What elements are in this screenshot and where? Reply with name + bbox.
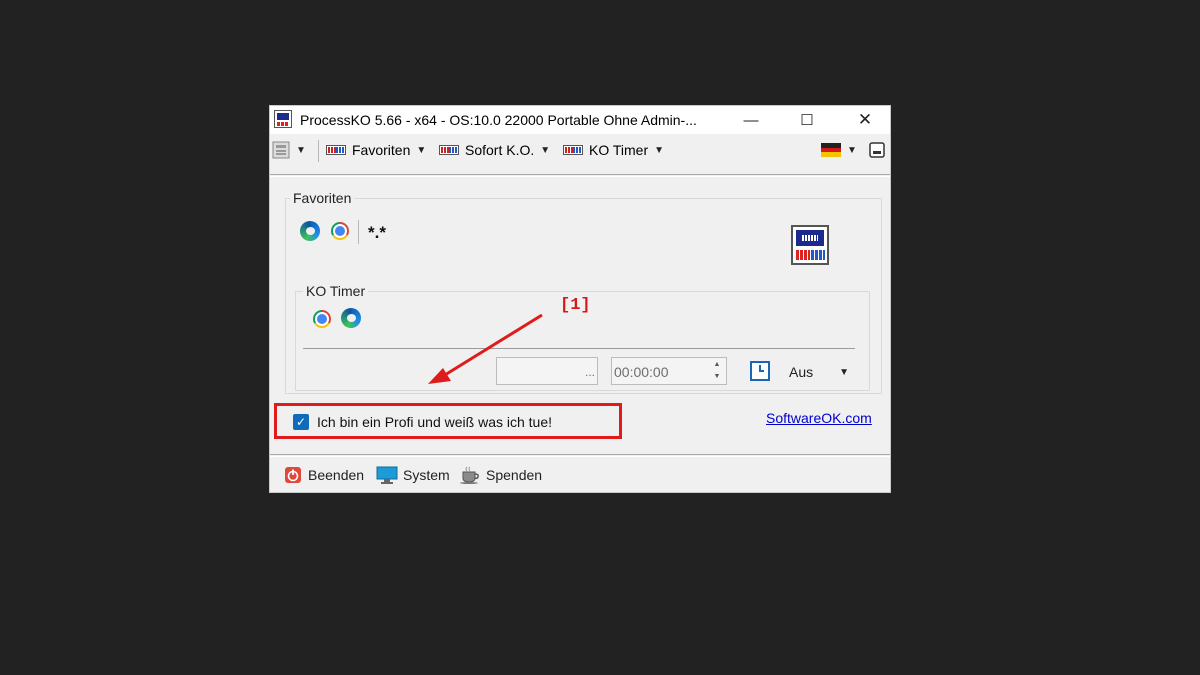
title-bar[interactable]: ProcessKO 5.66 - x64 - OS:10.0 22000 Por… bbox=[270, 106, 890, 134]
close-button[interactable]: ✕ bbox=[840, 106, 890, 134]
edge-icon[interactable] bbox=[341, 308, 361, 328]
settings-menu-button[interactable]: ▼ bbox=[272, 140, 306, 160]
ko-icon bbox=[563, 145, 583, 155]
chevron-down-icon: ▼ bbox=[296, 144, 306, 156]
monitor-icon bbox=[376, 466, 398, 484]
app-icon bbox=[274, 110, 292, 128]
time-input[interactable]: 00:00:00 ▲ ▼ bbox=[611, 357, 727, 385]
timer-clock-button[interactable] bbox=[750, 361, 770, 386]
annotation-label: [1] bbox=[560, 296, 591, 315]
menu-favoriten-label: Favoriten bbox=[352, 142, 411, 158]
menu-favoriten[interactable]: Favoriten ▼ bbox=[326, 140, 426, 160]
favoriten-group-label: Favoriten bbox=[290, 190, 355, 206]
settings-icon bbox=[272, 141, 290, 159]
menu-sofort-ko-label: Sofort K.O. bbox=[465, 142, 535, 158]
system-button[interactable]: System bbox=[376, 466, 450, 484]
menu-divider bbox=[270, 174, 890, 175]
menu-bar: ▼ Favoriten ▼ Sofort K.O. ▼ KO Timer ▼ ▼ bbox=[270, 135, 890, 165]
bottom-divider bbox=[270, 454, 890, 455]
annotation-arrow bbox=[428, 313, 543, 384]
edge-icon[interactable] bbox=[300, 221, 320, 241]
chevron-down-icon: ▼ bbox=[847, 144, 857, 156]
minimize-to-tray-button[interactable] bbox=[869, 140, 885, 160]
maximize-button[interactable]: ☐ bbox=[782, 106, 832, 134]
menu-ko-timer[interactable]: KO Timer ▼ bbox=[563, 140, 664, 160]
menu-separator bbox=[318, 140, 319, 162]
system-label: System bbox=[403, 467, 450, 483]
chevron-down-icon: ▼ bbox=[540, 144, 551, 156]
timer-mode-value: Aus bbox=[789, 364, 814, 380]
beenden-label: Beenden bbox=[308, 467, 365, 483]
spenden-button[interactable]: Spenden bbox=[459, 466, 542, 484]
chevron-down-icon: ▼ bbox=[654, 144, 665, 156]
chevron-down-icon: ▼ bbox=[416, 144, 427, 156]
clock-icon bbox=[750, 361, 770, 381]
favorites-separator bbox=[358, 220, 359, 244]
spin-down-button[interactable]: ▼ bbox=[710, 371, 724, 383]
power-icon bbox=[285, 467, 301, 483]
spenden-label: Spenden bbox=[486, 467, 543, 483]
beenden-button[interactable]: Beenden bbox=[284, 466, 364, 484]
ko-icon bbox=[439, 145, 459, 155]
wildcard-favorite[interactable]: *.* bbox=[368, 223, 386, 243]
bottom-divider-highlight bbox=[270, 456, 890, 457]
german-flag-icon bbox=[821, 143, 841, 157]
minimize-button[interactable]: — bbox=[726, 106, 776, 134]
chevron-down-icon: ▼ bbox=[839, 366, 850, 378]
ko-timer-group-label: KO Timer bbox=[303, 283, 369, 299]
timer-slider-track[interactable] bbox=[303, 348, 855, 349]
timer-mode-select[interactable]: Aus ▼ bbox=[789, 362, 853, 382]
tray-icon bbox=[869, 142, 885, 158]
spin-up-button[interactable]: ▲ bbox=[710, 359, 724, 371]
annotation-highlight-box bbox=[274, 403, 622, 439]
chrome-icon[interactable] bbox=[331, 222, 349, 240]
coffee-icon bbox=[460, 466, 479, 484]
chrome-icon[interactable] bbox=[313, 310, 331, 328]
language-menu-button[interactable]: ▼ bbox=[821, 140, 857, 160]
window-title: ProcessKO 5.66 - x64 - OS:10.0 22000 Por… bbox=[300, 112, 697, 128]
menu-sofort-ko[interactable]: Sofort K.O. ▼ bbox=[439, 140, 550, 160]
ko-icon bbox=[326, 145, 346, 155]
menu-divider-highlight bbox=[270, 176, 890, 177]
softwareok-link[interactable]: SoftwareOK.com bbox=[766, 410, 872, 426]
processko-logo-icon bbox=[791, 225, 829, 265]
menu-ko-timer-label: KO Timer bbox=[589, 142, 649, 158]
